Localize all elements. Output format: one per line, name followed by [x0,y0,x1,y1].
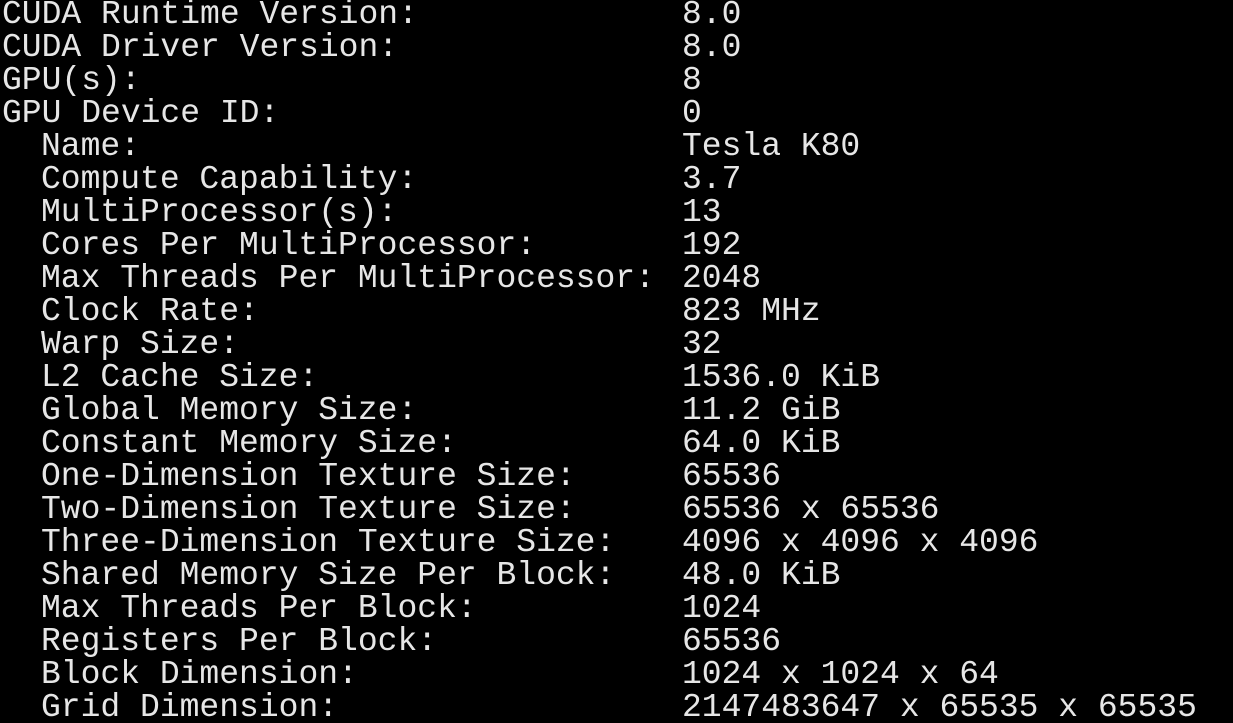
output-row-compute-capability: Compute Capability: 3.7 [0,163,1233,196]
output-row-l2-cache-size: L2 Cache Size: 1536.0 KiB [0,361,1233,394]
row-value: 8.0 [682,0,742,33]
output-row-clock-rate: Clock Rate: 823 MHz [0,295,1233,328]
row-value: 0 [682,95,702,132]
row-label: Clock Rate: [41,293,259,330]
output-row-two-dimension-texture-size: Two-Dimension Texture Size: 65536 x 6553… [0,493,1233,526]
row-value: 32 [682,326,722,363]
row-value: 65536 [682,458,782,495]
row-value: 48.0 KiB [682,557,841,594]
row-label: Max Threads Per Block: [41,590,477,627]
row-value: 8.0 [682,29,742,66]
output-row-max-threads-per-multiprocessor: Max Threads Per MultiProcessor: 2048 [0,262,1233,295]
output-row-cuda-runtime-version: CUDA Runtime Version: 8.0 [0,0,1233,31]
terminal-window[interactable]: CUDA Runtime Version: 8.0 CUDA Driver Ve… [0,0,1233,723]
output-row-cuda-driver-version: CUDA Driver Version: 8.0 [0,31,1233,64]
row-label: L2 Cache Size: [41,359,319,396]
output-row-multiprocessors: MultiProcessor(s): 13 [0,196,1233,229]
row-value: 192 [682,227,742,264]
row-value: 3.7 [682,161,742,198]
output-row-cores-per-multiprocessor: Cores Per MultiProcessor: 192 [0,229,1233,262]
row-label: CUDA Driver Version: [2,29,399,66]
row-label: Compute Capability: [41,161,418,198]
output-row-constant-memory-size: Constant Memory Size: 64.0 KiB [0,427,1233,460]
row-value: 1024 x 1024 x 64 [682,656,999,693]
row-label: Two-Dimension Texture Size: [41,491,576,528]
row-value: 1536.0 KiB [682,359,881,396]
row-label: Cores Per MultiProcessor: [41,227,537,264]
row-label: Constant Memory Size: [41,425,457,462]
row-label: CUDA Runtime Version: [2,0,418,33]
output-row-block-dimension: Block Dimension: 1024 x 1024 x 64 [0,658,1233,691]
row-label: GPU(s): [2,62,141,99]
row-label: MultiProcessor(s): [41,194,398,231]
row-value: Tesla K80 [682,128,861,165]
output-row-max-threads-per-block: Max Threads Per Block: 1024 [0,592,1233,625]
output-row-gpu-device-id: GPU Device ID: 0 [0,97,1233,130]
output-row-shared-memory-size-per-block: Shared Memory Size Per Block: 48.0 KiB [0,559,1233,592]
row-label: Block Dimension: [41,656,358,693]
output-row-grid-dimension: Grid Dimension: 2147483647 x 65535 x 655… [0,691,1233,723]
row-label: Max Threads Per MultiProcessor: [41,260,655,297]
row-value: 823 MHz [682,293,821,330]
row-value: 11.2 GiB [682,392,841,429]
output-row-global-memory-size: Global Memory Size: 11.2 GiB [0,394,1233,427]
row-value: 13 [682,194,722,231]
output-row-one-dimension-texture-size: One-Dimension Texture Size: 65536 [0,460,1233,493]
row-label: Grid Dimension: [41,689,339,723]
row-value: 2147483647 x 65535 x 65535 [682,689,1197,723]
terminal-output: CUDA Runtime Version: 8.0 CUDA Driver Ve… [0,0,1233,723]
row-label: Global Memory Size: [41,392,418,429]
output-row-name: Name: Tesla K80 [0,130,1233,163]
output-row-registers-per-block: Registers Per Block: 65536 [0,625,1233,658]
output-row-warp-size: Warp Size: 32 [0,328,1233,361]
row-value: 8 [682,62,702,99]
row-value: 64.0 KiB [682,425,841,462]
row-label: Shared Memory Size Per Block: [41,557,616,594]
row-value: 65536 x 65536 [682,491,940,528]
output-row-three-dimension-texture-size: Three-Dimension Texture Size: 4096 x 409… [0,526,1233,559]
row-label: One-Dimension Texture Size: [41,458,576,495]
row-value: 4096 x 4096 x 4096 [682,524,1039,561]
row-label: GPU Device ID: [2,95,280,132]
row-label: Warp Size: [41,326,240,363]
output-row-gpu-count: GPU(s): 8 [0,64,1233,97]
row-label: Three-Dimension Texture Size: [41,524,616,561]
row-value: 2048 [682,260,762,297]
row-value: 65536 [682,623,782,660]
row-label: Name: [41,128,141,165]
row-label: Registers Per Block: [41,623,438,660]
row-value: 1024 [682,590,762,627]
